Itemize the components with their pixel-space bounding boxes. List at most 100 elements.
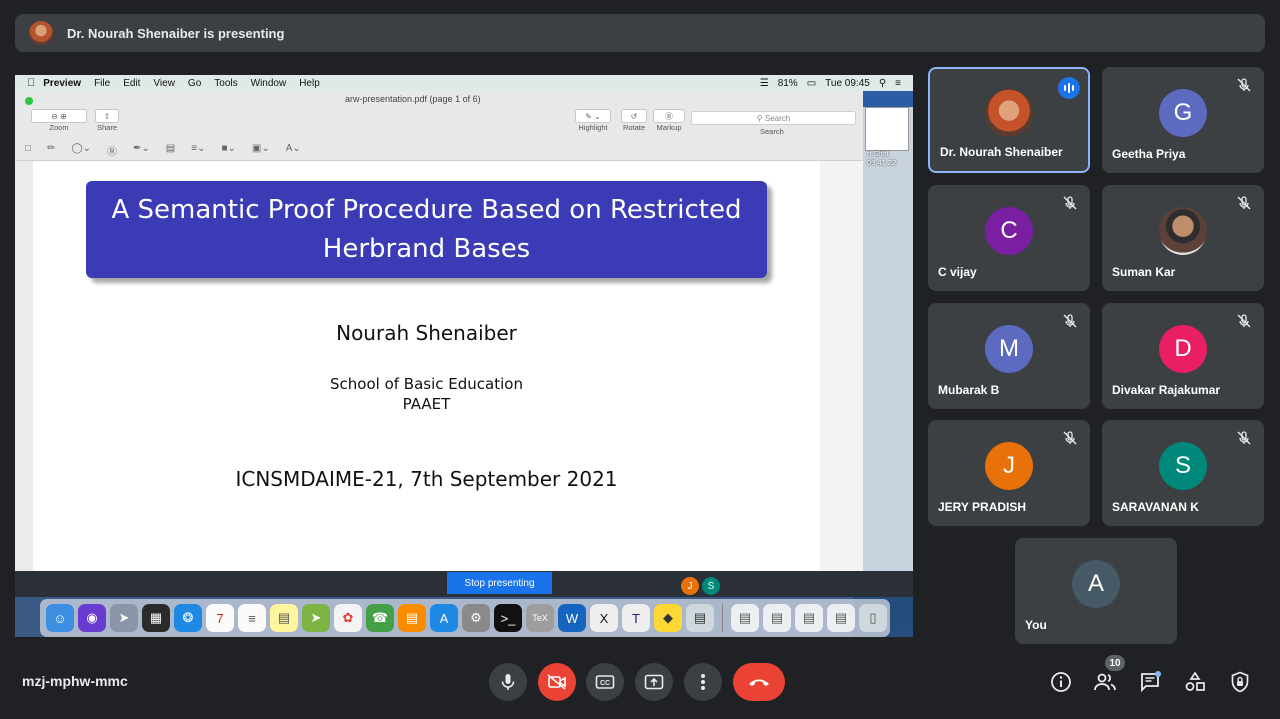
present-now-button[interactable] bbox=[635, 663, 673, 701]
menu-tools[interactable]: Tools bbox=[214, 78, 237, 89]
apple-icon[interactable]:  bbox=[27, 77, 35, 89]
highlight-icon[interactable]: ✎ ⌄ bbox=[575, 109, 611, 123]
selection-icon[interactable]: □ bbox=[25, 143, 31, 158]
participant-tile-mubarak[interactable]: M Mubarak B bbox=[928, 303, 1090, 409]
photos-icon[interactable]: ✿ bbox=[334, 604, 362, 632]
word-icon[interactable]: W bbox=[558, 604, 586, 632]
notes-icon[interactable]: ▤ bbox=[270, 604, 298, 632]
zoom-tool[interactable]: ⊖ ⊕ Zoom bbox=[31, 109, 87, 132]
markup-icon[interactable]: Ⓡ bbox=[653, 109, 685, 123]
folder-icon[interactable]: ▤ bbox=[763, 604, 791, 632]
terminal-icon[interactable]: >_ bbox=[494, 604, 522, 632]
screenshot-stack-icon[interactable]: ▤ bbox=[795, 604, 823, 632]
participant-tile-you[interactable]: A You bbox=[1015, 538, 1177, 644]
zoom-icons[interactable]: ⊖ ⊕ bbox=[31, 109, 87, 123]
participant-tile-nourah[interactable]: Dr. Nourah Shenaiber bbox=[928, 67, 1090, 173]
sign-icon[interactable]: ✒⌄ bbox=[133, 143, 150, 158]
sketch-icon[interactable]: ✏ bbox=[47, 143, 55, 158]
system-preferences-icon[interactable]: ⚙ bbox=[462, 604, 490, 632]
battery-icon[interactable]: ▭ bbox=[807, 78, 816, 89]
shape-style-icon[interactable]: ≡⌄ bbox=[191, 143, 205, 158]
participant-tile-jery[interactable]: J JERY PRADISH bbox=[928, 420, 1090, 526]
participant-name: C vijay bbox=[938, 265, 977, 279]
rotate-tool[interactable]: ↺ Rotate bbox=[621, 109, 647, 132]
microphone-button[interactable] bbox=[489, 663, 527, 701]
facetime-icon[interactable]: ☎ bbox=[366, 604, 394, 632]
menu-go[interactable]: Go bbox=[188, 78, 201, 89]
x11-icon[interactable]: X bbox=[590, 604, 618, 632]
share-icon[interactable]: ⇧ bbox=[95, 109, 119, 123]
reminders-icon[interactable]: ≡ bbox=[238, 604, 266, 632]
more-options-button[interactable] bbox=[684, 663, 722, 701]
document-icon[interactable]: ▤ bbox=[731, 604, 759, 632]
preview-sidebar bbox=[820, 161, 863, 572]
search-input[interactable]: ⚲ Search bbox=[691, 111, 856, 125]
document-title: arw-presentation.pdf (page 1 of 6) bbox=[345, 94, 481, 104]
mac-menubar:  Preview File Edit View Go Tools Window… bbox=[15, 75, 913, 91]
participant-tile-saravanan[interactable]: S SARAVANAN K bbox=[1102, 420, 1264, 526]
dock-separator bbox=[722, 604, 723, 632]
preview-window: arw-presentation.pdf (page 1 of 6) ⊖ ⊕ Z… bbox=[15, 91, 863, 572]
border-color-icon[interactable]: ■⌄ bbox=[221, 143, 235, 158]
trash-icon[interactable]: ▯ bbox=[859, 604, 887, 632]
note-icon[interactable]: ▤ bbox=[166, 143, 175, 158]
menu-window[interactable]: Window bbox=[251, 78, 287, 89]
finder-icon[interactable]: ☺ bbox=[46, 604, 74, 632]
text-icon[interactable]: Ⓡ bbox=[107, 143, 117, 158]
safari-icon[interactable]: ❂ bbox=[174, 604, 202, 632]
stop-presenting-button[interactable]: Stop presenting bbox=[447, 572, 552, 594]
rotate-icon[interactable]: ↺ bbox=[621, 109, 647, 123]
text-style-icon[interactable]: A⌄ bbox=[286, 143, 301, 158]
participant-count-badge: 10 bbox=[1105, 655, 1125, 671]
siri-icon[interactable]: ◉ bbox=[78, 604, 106, 632]
texshop-icon[interactable]: T bbox=[622, 604, 650, 632]
host-controls-button[interactable] bbox=[1227, 669, 1253, 695]
avatar-photo bbox=[985, 89, 1033, 137]
captions-button[interactable]: CC bbox=[586, 663, 624, 701]
control-center-icon[interactable]: ≡ bbox=[895, 78, 901, 89]
people-button[interactable] bbox=[1092, 669, 1118, 695]
maps-icon[interactable]: ➤ bbox=[302, 604, 330, 632]
leave-call-button[interactable] bbox=[733, 663, 785, 701]
launchpad-icon[interactable]: ➤ bbox=[110, 604, 138, 632]
avatar: C bbox=[985, 207, 1033, 255]
menu-file[interactable]: File bbox=[94, 78, 110, 89]
activities-button[interactable] bbox=[1182, 669, 1208, 695]
app-store-icon[interactable]: A bbox=[430, 604, 458, 632]
more-vert-icon bbox=[701, 674, 705, 690]
menu-preview[interactable]: Preview bbox=[43, 78, 81, 89]
avatar: J bbox=[985, 442, 1033, 490]
shapes-icon[interactable]: ◯⌄ bbox=[71, 143, 91, 158]
chat-button[interactable] bbox=[1137, 669, 1163, 695]
sign-app-icon[interactable]: ◆ bbox=[654, 604, 682, 632]
mic-off-icon bbox=[1063, 431, 1077, 445]
menu-view[interactable]: View bbox=[153, 78, 175, 89]
share-tool[interactable]: ⇧ Share bbox=[95, 109, 119, 132]
markup-tool[interactable]: Ⓡ Markup bbox=[653, 109, 685, 132]
avatar: M bbox=[985, 325, 1033, 373]
avatar-photo bbox=[1159, 207, 1207, 255]
wifi-icon[interactable]: ☰ bbox=[760, 78, 769, 89]
markup-toolbar: □ ✏ ◯⌄ Ⓡ ✒⌄ ▤ ≡⌄ ■⌄ ▣⌄ A⌄ bbox=[25, 143, 301, 158]
meeting-details-button[interactable] bbox=[1048, 669, 1074, 695]
participant-tile-suman[interactable]: Suman Kar bbox=[1102, 185, 1264, 291]
camera-off-button[interactable] bbox=[538, 663, 576, 701]
participant-tile-divakar[interactable]: D Divakar Rajakumar bbox=[1102, 303, 1264, 409]
calendar-icon[interactable]: 7 bbox=[206, 604, 234, 632]
mission-control-icon[interactable]: ▦ bbox=[142, 604, 170, 632]
fill-color-icon[interactable]: ▣⌄ bbox=[252, 143, 270, 158]
activities-icon bbox=[1185, 671, 1205, 691]
participant-tile-cvijay[interactable]: C C vijay bbox=[928, 185, 1090, 291]
highlight-tool[interactable]: ✎ ⌄ Highlight bbox=[575, 109, 611, 132]
meeting-code: mzj-mphw-mmc bbox=[22, 673, 128, 689]
participant-tile-geetha[interactable]: G Geetha Priya bbox=[1102, 67, 1264, 173]
menu-help[interactable]: Help bbox=[299, 78, 320, 89]
tex-icon[interactable]: TeX bbox=[526, 604, 554, 632]
clock: Tue 09:45 bbox=[825, 77, 870, 89]
window-zoom-button[interactable] bbox=[25, 97, 33, 105]
spotlight-icon[interactable]: ⚲ bbox=[879, 78, 886, 89]
downloads-stack-icon[interactable]: ▤ bbox=[827, 604, 855, 632]
books-icon[interactable]: ▤ bbox=[398, 604, 426, 632]
preview-app-icon[interactable]: ▤ bbox=[686, 604, 714, 632]
menu-edit[interactable]: Edit bbox=[123, 78, 140, 89]
